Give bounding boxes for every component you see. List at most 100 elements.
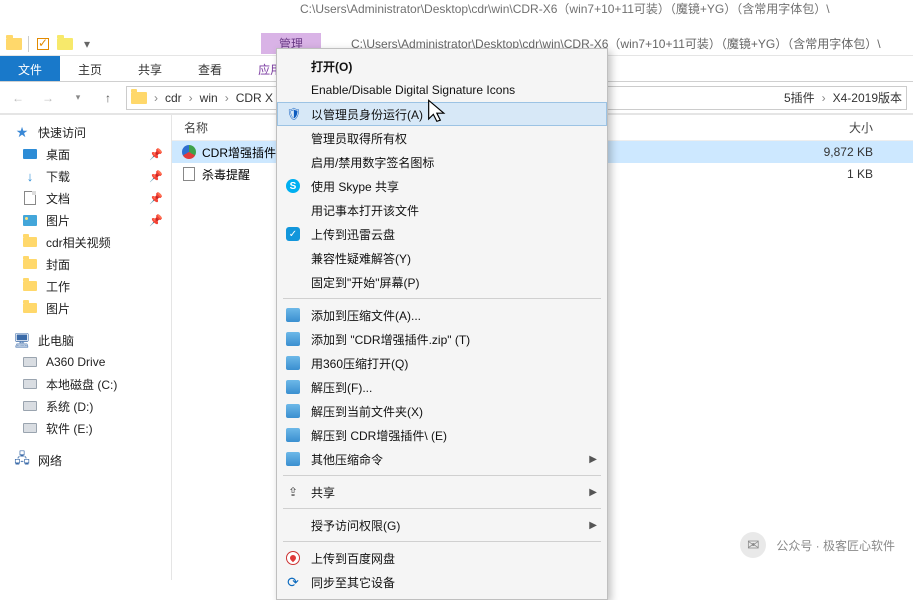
sidebar-item-label: A360 Drive: [46, 355, 105, 369]
network-label: 网络: [38, 452, 62, 469]
menu-item-label: 管理员取得所有权: [311, 130, 407, 147]
menu-item[interactable]: 管理员取得所有权: [277, 126, 607, 150]
tab-file[interactable]: 文件: [0, 56, 60, 81]
pin-icon: 📌: [149, 192, 163, 205]
menu-item[interactable]: 添加到压缩文件(A)...: [277, 303, 607, 327]
skype-icon: S: [285, 178, 301, 194]
sidebar-item-label: 软件 (E:): [46, 420, 93, 437]
menu-separator: [283, 508, 601, 509]
chevron-right-icon[interactable]: ›: [186, 91, 196, 105]
menu-item[interactable]: ⇪共享▶: [277, 480, 607, 504]
forward-button[interactable]: →: [36, 86, 60, 110]
menu-item-label: 其他压缩命令: [311, 451, 383, 468]
menu-item[interactable]: 🛡 以管理员身份运行(A): [277, 102, 607, 126]
sidebar-item-label: 封面: [46, 256, 70, 273]
sidebar-item-label: 文档: [46, 190, 70, 207]
sidebar-item[interactable]: cdr相关视频: [0, 231, 171, 253]
menu-item[interactable]: 用记事本打开该文件: [277, 198, 607, 222]
back-button[interactable]: ←: [6, 86, 30, 110]
sidebar-item[interactable]: A360 Drive: [0, 351, 171, 373]
folder-icon[interactable]: [6, 36, 22, 52]
menu-item[interactable]: 打开(O): [277, 54, 607, 78]
sidebar-item[interactable]: 桌面📌: [0, 143, 171, 165]
quick-access-header[interactable]: ★ 快速访问: [0, 121, 171, 143]
menu-item[interactable]: 其他压缩命令▶: [277, 447, 607, 471]
breadcrumb-segment[interactable]: win: [200, 91, 218, 105]
sidebar-item-label: 图片: [46, 212, 70, 229]
breadcrumb-segment[interactable]: cdr: [165, 91, 182, 105]
menu-item-label: 以管理员身份运行(A): [311, 106, 423, 123]
breadcrumb-segment[interactable]: CDR X: [236, 91, 273, 105]
recent-locations-dropdown[interactable]: ▾: [66, 86, 90, 110]
sidebar-item[interactable]: 软件 (E:): [0, 417, 171, 439]
this-pc-label: 此电脑: [38, 332, 74, 349]
chevron-right-icon[interactable]: ›: [819, 91, 829, 105]
tab-share[interactable]: 共享: [120, 56, 180, 81]
tab-view[interactable]: 查看: [180, 56, 240, 81]
properties-checkbox-icon[interactable]: [35, 36, 51, 52]
menu-item[interactable]: Enable/Disable Digital Signature Icons: [277, 78, 607, 102]
sidebar-item-label: 本地磁盘 (C:): [46, 376, 117, 393]
up-button[interactable]: ↑: [96, 86, 120, 110]
baidu-icon: [285, 550, 301, 566]
sidebar-item-label: 桌面: [46, 146, 70, 163]
menu-item[interactable]: 用360压缩打开(Q): [277, 351, 607, 375]
zip-icon: [285, 451, 301, 467]
menu-item[interactable]: 兼容性疑难解答(Y): [277, 246, 607, 270]
menu-item[interactable]: ⟳同步至其它设备: [277, 570, 607, 594]
sidebar-item[interactable]: 文档 📌: [0, 187, 171, 209]
menu-item[interactable]: S使用 Skype 共享: [277, 174, 607, 198]
menu-item-label: 添加到压缩文件(A)...: [311, 307, 421, 324]
menu-item-label: 打开(O): [311, 58, 352, 75]
menu-item-label: 上传到百度网盘: [311, 550, 395, 567]
disk-icon: [22, 420, 38, 436]
chevron-right-icon: ▶: [589, 520, 597, 531]
menu-item[interactable]: 添加到 "CDR增强插件.zip" (T): [277, 327, 607, 351]
breadcrumb-segment-partial[interactable]: 5插件: [784, 89, 815, 106]
menu-item[interactable]: ✓上传到迅雷云盘: [277, 222, 607, 246]
navigation-pane: ★ 快速访问 桌面📌下载📌文档📌图片📌cdr相关视频封面工作图片 🖥 此电脑 A…: [0, 115, 172, 580]
menu-item[interactable]: 固定到"开始"屏幕(P): [277, 270, 607, 294]
file-size: 1 KB: [753, 167, 913, 181]
menu-item[interactable]: 解压到当前文件夹(X): [277, 399, 607, 423]
new-folder-icon[interactable]: [57, 36, 73, 52]
sidebar-item[interactable]: 本地磁盘 (C:): [0, 373, 171, 395]
menu-separator: [283, 298, 601, 299]
sidebar-item[interactable]: 图片: [0, 297, 171, 319]
menu-item[interactable]: 解压到 CDR增强插件\ (E): [277, 423, 607, 447]
network-header[interactable]: 🖧 网络: [0, 449, 171, 471]
menu-item[interactable]: 解压到(F)...: [277, 375, 607, 399]
zip-icon: [285, 379, 301, 395]
menu-item-label: 启用/禁用数字签名图标: [311, 154, 434, 171]
qat-dropdown-icon[interactable]: ▾: [79, 36, 95, 52]
menu-item[interactable]: 上传到百度网盘: [277, 546, 607, 570]
this-pc-header[interactable]: 🖥 此电脑: [0, 329, 171, 351]
chevron-right-icon[interactable]: ›: [151, 91, 161, 105]
shield-icon: 🛡: [286, 106, 302, 122]
chevron-right-icon[interactable]: ›: [222, 91, 232, 105]
down-icon: [22, 168, 38, 184]
zip-icon: [285, 427, 301, 443]
disk-icon: [22, 354, 38, 370]
sidebar-item[interactable]: 图片 📌: [0, 209, 171, 231]
menu-item-label: 兼容性疑难解答(Y): [311, 250, 411, 267]
menu-item[interactable]: 授予访问权限(G)▶: [277, 513, 607, 537]
sidebar-item[interactable]: 系统 (D:): [0, 395, 171, 417]
fold-icon: [22, 256, 38, 272]
file-icon: [180, 145, 198, 159]
pic-icon: [22, 212, 38, 228]
pin-icon: 📌: [149, 214, 163, 227]
folder-icon: [131, 92, 147, 104]
menu-item-label: 固定到"开始"屏幕(P): [311, 274, 420, 291]
sidebar-item[interactable]: 下载📌: [0, 165, 171, 187]
sidebar-item[interactable]: 工作: [0, 275, 171, 297]
menu-item[interactable]: 启用/禁用数字签名图标: [277, 150, 607, 174]
sidebar-item-label: 图片: [46, 300, 70, 317]
pc-icon: 🖥: [14, 332, 30, 348]
menu-item-label: 解压到 CDR增强插件\ (E): [311, 427, 447, 444]
breadcrumb-segment[interactable]: X4-2019版本: [833, 89, 902, 106]
column-size[interactable]: 大小: [753, 119, 913, 136]
sidebar-item[interactable]: 封面: [0, 253, 171, 275]
star-icon: ★: [14, 124, 30, 140]
tab-home[interactable]: 主页: [60, 56, 120, 81]
